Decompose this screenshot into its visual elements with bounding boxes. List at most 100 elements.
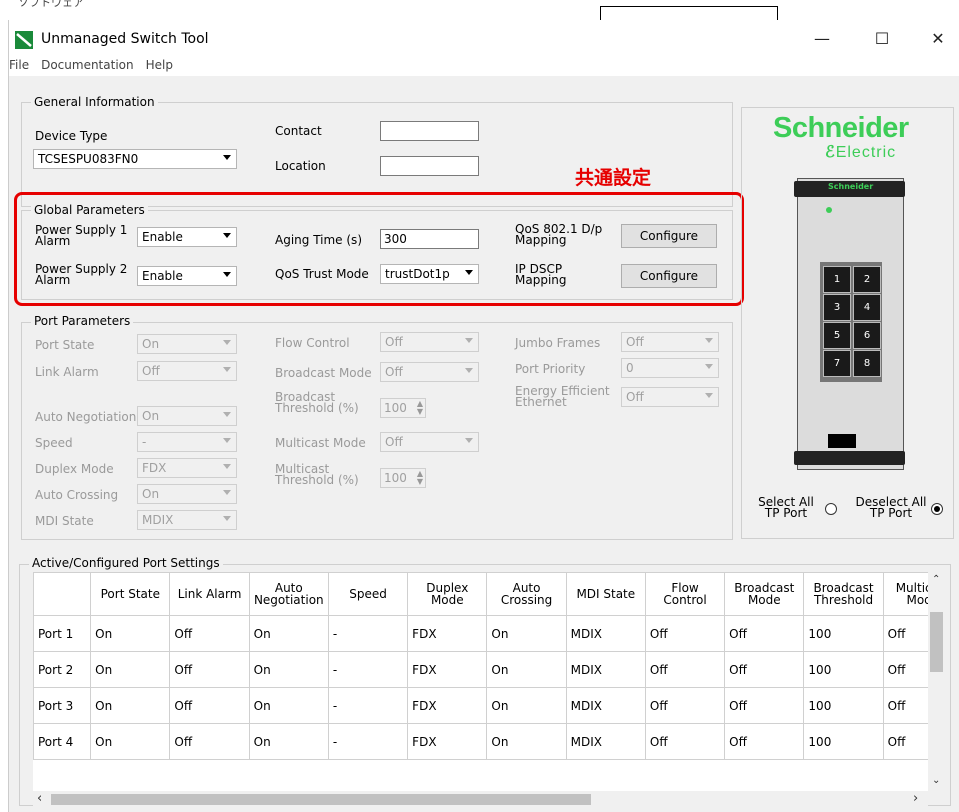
table-cell: MDIX [565,687,646,724]
port-priority-select[interactable]: 0 [621,358,719,378]
column-header[interactable]: Flow Control [644,572,726,616]
port-1-icon[interactable]: 1 [823,266,851,293]
column-header[interactable]: Port State [90,572,171,616]
led-icon [826,207,832,213]
jumbo-frames-select[interactable]: Off [621,332,719,352]
table-cell: On [248,651,329,688]
column-header[interactable]: Link Alarm [169,572,250,616]
auto-crossing-select[interactable]: On [137,484,237,504]
vertical-scroll-thumb[interactable] [930,612,943,672]
location-label: Location [275,159,326,173]
chevron-down-icon [705,364,713,369]
broadcast-threshold-spinner[interactable]: 100 ▲ ▼ [380,398,426,418]
port-settings-table-wrap: Port State Link Alarm Auto Negotiation S… [33,572,928,791]
table-cell: MDIX [565,651,646,688]
select-all-radio[interactable] [825,503,837,515]
chevron-down-icon [465,368,473,373]
menu-documentation[interactable]: Documentation [41,58,134,72]
multicast-threshold-spinner[interactable]: 100 ▲ ▼ [380,468,426,488]
window-title: Unmanaged Switch Tool [41,31,209,47]
table-cell: On [486,723,567,760]
table-cell: Off [724,687,805,724]
chevron-down-icon [223,464,231,469]
port-settings-title: Active/Configured Port Settings [29,556,223,570]
table-cell: Off [169,651,250,688]
table-cell: - [327,615,409,652]
broadcast-mode-select[interactable]: Off [380,362,479,382]
table-cell: - [327,723,409,760]
port-state-select[interactable]: On [137,334,237,354]
table-cell: On [90,723,171,760]
column-header[interactable] [33,572,92,616]
menu-file[interactable]: File [9,58,29,72]
table-cell: 100 [803,615,884,652]
table-cell: Port 2 [33,651,92,688]
chevron-down-icon [223,516,231,521]
scroll-up-icon[interactable]: ⌃ [932,574,940,585]
horizontal-scroll-thumb[interactable] [51,794,591,805]
brand-name: Schneider [773,112,909,144]
horizontal-scrollbar[interactable]: ‹ › [33,791,928,808]
port-2-icon[interactable]: 2 [853,266,881,293]
chevron-down-icon [223,490,231,495]
scroll-right-icon[interactable]: › [913,791,918,806]
location-field[interactable] [380,156,479,176]
column-header[interactable]: Auto Crossing [486,572,567,616]
eee-select[interactable]: Off [621,387,719,407]
column-header[interactable]: Duplex Mode [407,572,488,616]
spinner-arrows-icon[interactable]: ▲ ▼ [417,400,423,416]
spinner-arrows-icon[interactable]: ▲ ▼ [417,470,423,486]
table-row[interactable]: Port 2 On Off On - FDX On MDIX Off Off 100 Off [33,651,928,688]
close-button[interactable]: ✕ [915,24,959,54]
scroll-down-icon[interactable]: ⌄ [932,775,940,786]
column-header[interactable]: Broadcast Threshold [803,572,884,616]
multicast-mode-select[interactable]: Off [380,432,479,452]
column-header[interactable]: MDI State [565,572,646,616]
deselect-all-label: Deselect All TP Port [855,495,927,520]
speed-select[interactable]: - [137,432,237,452]
link-alarm-select[interactable]: Off [137,361,237,381]
table-row[interactable]: Port 3 On Off On - FDX On MDIX Off Off 100 Off [33,687,928,724]
table-cell: On [486,615,567,652]
port-8-icon[interactable]: 8 [853,350,881,377]
multicast-mode-value: Off [385,435,403,449]
flow-control-select[interactable]: Off [380,332,479,352]
brand-sub: Electric [835,144,897,161]
port-4-icon[interactable]: 4 [853,294,881,321]
port-7-icon[interactable]: 7 [823,350,851,377]
table-cell: Off [644,723,726,760]
auto-negotiation-value: On [142,409,160,423]
link-alarm-label: Link Alarm [35,365,99,379]
minimize-button[interactable]: — [799,24,845,54]
column-header[interactable]: Speed [327,572,409,616]
port-6-icon[interactable]: 6 [853,322,881,349]
app-icon [15,31,33,49]
menu-help[interactable]: Help [146,58,173,72]
menu-bar: File Documentation Help [9,58,185,78]
device-type-select[interactable]: TCSESPU083FN0 [33,149,237,169]
mdi-state-select[interactable]: MDIX [137,510,237,530]
maximize-button[interactable]: ☐ [859,24,905,54]
chevron-down-icon [705,393,713,398]
vertical-scrollbar[interactable]: ⌃ ⌄ [928,572,945,791]
auto-negotiation-select[interactable]: On [137,406,237,426]
table-cell: - [327,687,409,724]
table-cell: On [486,687,567,724]
duplex-mode-select[interactable]: FDX [137,458,237,478]
column-header[interactable]: Broadcast Mode [724,572,805,616]
table-cell: 100 [803,651,884,688]
table-row[interactable]: Port 1 On Off On - FDX On MDIX Off Off 100 Off [33,615,928,652]
chevron-down-icon [223,412,231,417]
column-header[interactable]: Multicast Mode [882,572,928,616]
chevron-down-icon [223,155,231,160]
deselect-all-radio[interactable] [931,503,943,515]
contact-field[interactable] [380,121,479,141]
column-header[interactable]: Auto Negotiation [248,572,329,616]
port-3-icon[interactable]: 3 [823,294,851,321]
auto-crossing-label: Auto Crossing [35,488,119,502]
table-row[interactable]: Port 4 On Off On - FDX On MDIX Off Off 100 Off [33,723,928,760]
table-cell: Off [724,615,805,652]
port-5-icon[interactable]: 5 [823,322,851,349]
scroll-left-icon[interactable]: ‹ [37,791,42,806]
common-settings-annotation: 共通設定 [575,167,652,189]
